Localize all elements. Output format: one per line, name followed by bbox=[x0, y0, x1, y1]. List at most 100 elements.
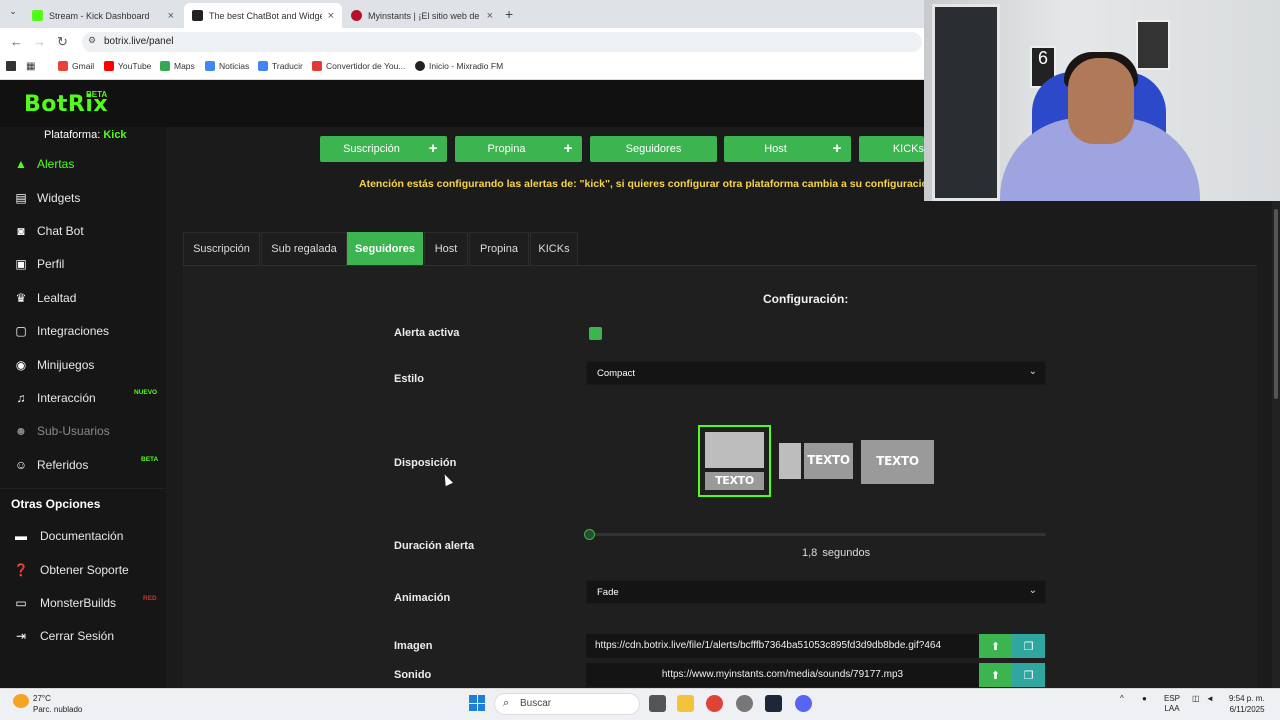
estilo-select[interactable]: Compact ⌄ bbox=[586, 361, 1046, 385]
volume-icon[interactable]: ◄ bbox=[1206, 694, 1214, 704]
clock-date: 6/11/2025 bbox=[1229, 705, 1265, 714]
windows-start-icon[interactable] bbox=[469, 695, 485, 711]
sidebar-item-integraciones[interactable]: ▢ Integraciones bbox=[0, 316, 166, 346]
sonido-url-input[interactable]: https://www.myinstants.com/media/sounds/… bbox=[586, 663, 979, 687]
sidebar-item-perfil[interactable]: ▣ Perfil bbox=[0, 249, 166, 279]
option-cerrar-sesion[interactable]: ⇥ Cerrar Sesión bbox=[0, 621, 166, 651]
weather-widget[interactable]: 27°C Parc. nublado bbox=[33, 693, 82, 715]
tab-seguidores[interactable]: Seguidores bbox=[347, 232, 423, 265]
tab-search-icon[interactable]: ⌄ bbox=[6, 6, 20, 20]
grid-icon[interactable]: ▦ bbox=[26, 61, 35, 72]
duracion-slider-track[interactable] bbox=[589, 533, 1046, 536]
alert-seguidores-button[interactable]: Seguidores bbox=[590, 136, 717, 162]
language-indicator[interactable]: ESP LAA bbox=[1164, 694, 1180, 714]
browser-tab-kick[interactable]: Stream - Kick Dashboard × bbox=[24, 3, 182, 28]
steam-icon[interactable] bbox=[765, 695, 782, 712]
upload-sound-button[interactable]: ⬆ bbox=[979, 663, 1012, 687]
duracion-unit: segundos bbox=[822, 547, 871, 559]
alert-type-label: Seguidores bbox=[625, 143, 682, 155]
close-tab-icon[interactable]: × bbox=[328, 10, 334, 22]
task-view-icon[interactable] bbox=[649, 695, 666, 712]
sonido-label: Sonido bbox=[394, 669, 432, 681]
add-alert-propina-button[interactable]: Propina + bbox=[455, 136, 582, 162]
alert-type-label: Propina bbox=[487, 143, 526, 155]
site-info-icon[interactable]: ⚙ bbox=[88, 35, 96, 46]
tab-suscripcion[interactable]: Suscripción bbox=[183, 232, 260, 265]
taskbar-search[interactable]: ⌕ Buscar bbox=[494, 693, 640, 715]
tab-propina[interactable]: Propina bbox=[469, 232, 529, 265]
widgets-icon: ▤ bbox=[15, 191, 27, 205]
tab-kicks[interactable]: KICKs bbox=[530, 232, 578, 265]
bookmark-noticias[interactable]: Noticias bbox=[205, 61, 249, 71]
sidebar-item-alertas[interactable]: ▲ Alertas bbox=[0, 149, 166, 179]
close-tab-icon[interactable]: × bbox=[168, 10, 174, 22]
taskbar-clock[interactable]: 9:54 p. m. 6/11/2025 bbox=[1229, 693, 1265, 715]
url-input[interactable]: ⚙ botrix.live/panel bbox=[82, 32, 922, 52]
alerta-activa-checkbox[interactable] bbox=[589, 327, 602, 340]
alert-type-label: KICKs bbox=[892, 143, 924, 155]
bookmark-youtube[interactable]: YouTube bbox=[104, 61, 151, 71]
tray-overflow-icon[interactable]: ^ bbox=[1120, 694, 1124, 704]
option-label: Cerrar Sesión bbox=[40, 629, 115, 643]
webcam-overlay: 6 bbox=[924, 0, 1280, 201]
kick-favicon-icon bbox=[32, 10, 43, 21]
close-tab-icon[interactable]: × bbox=[487, 10, 493, 22]
tab-host[interactable]: Host bbox=[424, 232, 468, 265]
duracion-slider-handle[interactable] bbox=[584, 529, 595, 540]
option-monsterbuilds[interactable]: ▭ MonsterBuilds bbox=[0, 588, 166, 618]
layout-option-overlay[interactable]: TEXTO bbox=[861, 440, 934, 484]
microphone-icon[interactable]: ● bbox=[1142, 694, 1147, 704]
sidebar-item-lealtad[interactable]: ♛ Lealtad bbox=[0, 283, 166, 313]
sidebar-item-widgets[interactable]: ▤ Widgets bbox=[0, 183, 166, 213]
imagen-url-input[interactable]: https://cdn.botrix.live/file/1/alerts/bc… bbox=[586, 634, 979, 658]
bookmark-maps[interactable]: Maps bbox=[160, 61, 195, 71]
discord-icon[interactable] bbox=[795, 695, 812, 712]
animacion-select[interactable]: Fade ⌄ bbox=[586, 580, 1046, 604]
alert-kicks-button[interactable]: KICKs bbox=[859, 136, 924, 162]
add-alert-host-button[interactable]: Host + bbox=[724, 136, 851, 162]
page-scrollbar[interactable] bbox=[1272, 201, 1280, 688]
sidebar-item-minijuegos[interactable]: ◉ Minijuegos bbox=[0, 350, 166, 380]
clock-time: 9:54 p. m. bbox=[1229, 694, 1265, 703]
bookmark-gmail[interactable]: Gmail bbox=[58, 61, 94, 71]
animacion-label: Animación bbox=[394, 592, 451, 604]
bookmark-convertidor[interactable]: Convertidor de You... bbox=[312, 61, 405, 71]
back-arrow-icon[interactable]: ← bbox=[10, 34, 23, 49]
reload-icon[interactable]: ↻ bbox=[57, 34, 68, 50]
network-icon[interactable]: ◫ bbox=[1192, 694, 1200, 704]
option-label: Documentación bbox=[40, 529, 124, 543]
estilo-value: Compact bbox=[597, 368, 636, 379]
plus-icon: + bbox=[563, 140, 573, 157]
sidebar-item-label: Sub-Usuarios bbox=[37, 424, 110, 438]
browser-tab-botrix[interactable]: The best ChatBot and Widgets × bbox=[184, 3, 342, 28]
weather-icon[interactable] bbox=[13, 694, 29, 708]
other-options-heading: Otras Opciones bbox=[11, 497, 101, 511]
browser-tab-myinstants[interactable]: Myinstants | ¡El sitio web de bo × bbox=[343, 3, 501, 28]
sidebar-item-subusuarios[interactable]: ☻ Sub-Usuarios bbox=[0, 416, 166, 446]
gallery-image-button[interactable]: ❐ bbox=[1012, 634, 1045, 658]
chrome-icon[interactable] bbox=[706, 695, 723, 712]
layout-option-stacked[interactable]: TEXTO bbox=[698, 425, 771, 497]
forward-arrow-icon[interactable]: → bbox=[33, 34, 46, 49]
bookmark-traducir[interactable]: Traducir bbox=[258, 61, 303, 71]
new-tab-icon[interactable]: + bbox=[505, 6, 513, 22]
upload-image-button[interactable]: ⬆ bbox=[979, 634, 1012, 658]
estilo-label: Estilo bbox=[394, 373, 424, 385]
gallery-sound-button[interactable]: ❐ bbox=[1012, 663, 1045, 687]
app-icon[interactable] bbox=[736, 695, 753, 712]
gmail-icon bbox=[58, 61, 68, 71]
bookmark-mixradio[interactable]: Inicio - Mixradio FM bbox=[415, 61, 503, 71]
sidebar-item-label: Alertas bbox=[37, 157, 75, 171]
option-documentacion[interactable]: ▬ Documentación bbox=[0, 521, 166, 551]
scrollbar-thumb[interactable] bbox=[1274, 209, 1278, 399]
sidebar-item-interaccion[interactable]: ♫ Interacción bbox=[0, 383, 166, 413]
sidebar-item-chatbot[interactable]: ◙ Chat Bot bbox=[0, 216, 166, 246]
file-explorer-icon[interactable] bbox=[677, 695, 694, 712]
tab-sub-regalada[interactable]: Sub regalada bbox=[261, 232, 347, 265]
tab-title: Stream - Kick Dashboard bbox=[49, 10, 150, 21]
layout-option-side[interactable]: TEXTO bbox=[779, 443, 853, 479]
add-alert-suscripcion-button[interactable]: Suscripción + bbox=[320, 136, 447, 162]
option-soporte[interactable]: ❓ Obtener Soporte bbox=[0, 555, 166, 585]
apps-icon[interactable] bbox=[6, 61, 20, 71]
sidebar-item-referidos[interactable]: ☺ Referidos bbox=[0, 450, 166, 480]
